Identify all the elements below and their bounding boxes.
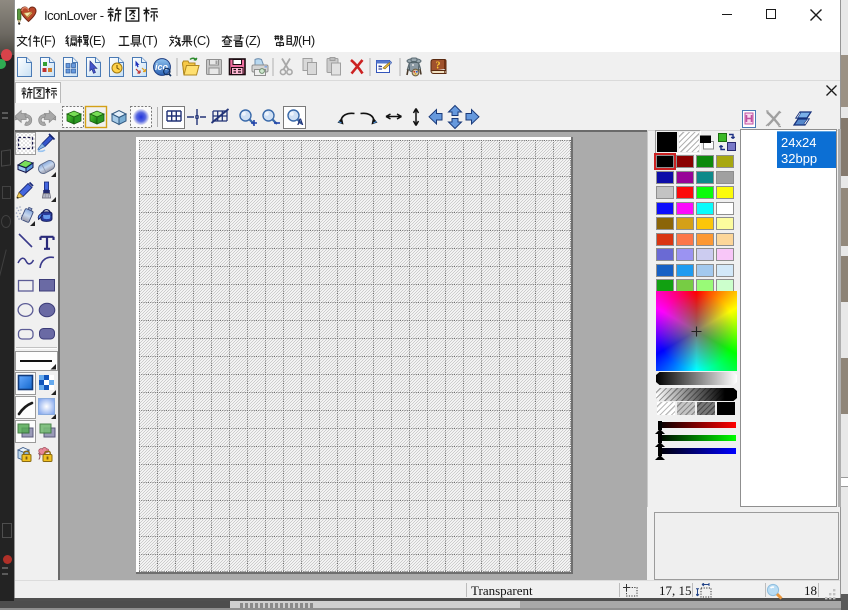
svg-text:ico: ico: [155, 62, 169, 72]
svg-text:?: ?: [436, 61, 441, 72]
svg-text:A: A: [297, 117, 304, 127]
